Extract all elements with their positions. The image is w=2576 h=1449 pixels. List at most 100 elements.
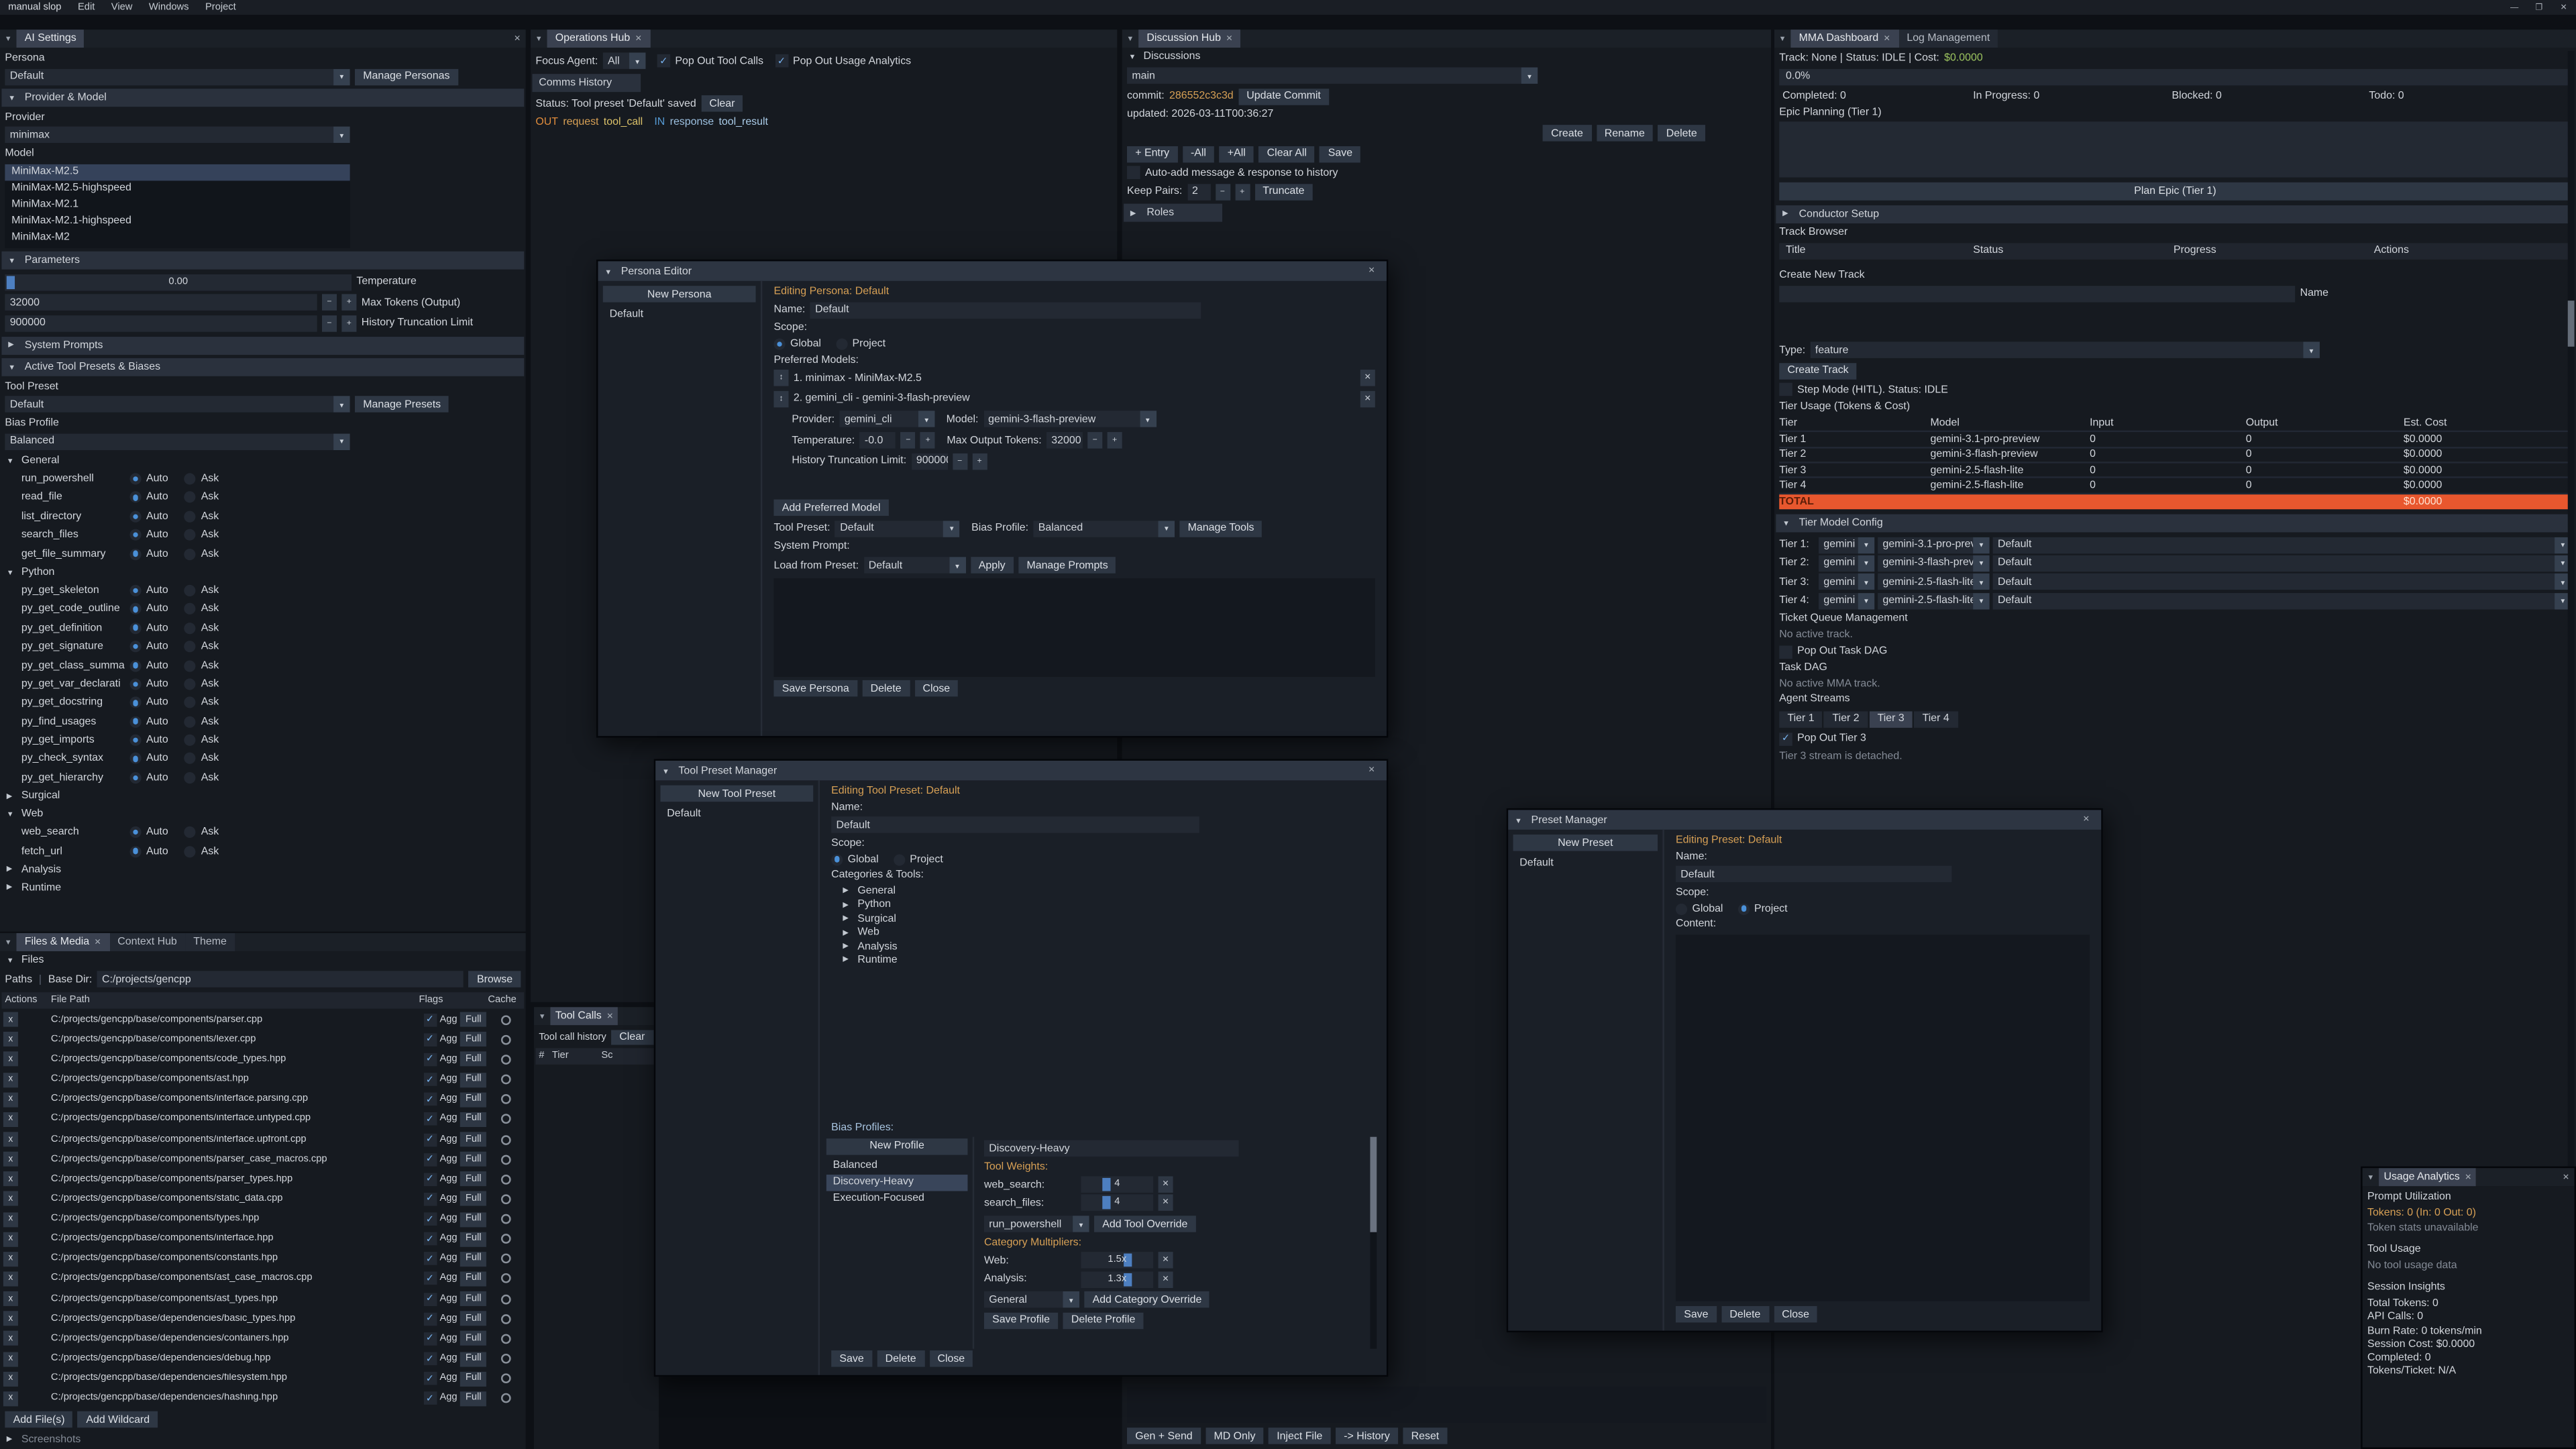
tier-model-combo[interactable]: gemini-2.5-flash-lite▼ [1878, 574, 1990, 590]
category-tree-node[interactable]: ▶ General [843, 885, 1373, 897]
auto-radio[interactable] [129, 659, 141, 671]
provider-combo[interactable]: gemini_cli▼ [839, 411, 934, 427]
remove-file-button[interactable]: x [3, 1192, 18, 1207]
save-button[interactable]: Save [1676, 1306, 1717, 1322]
slider-grab[interactable] [7, 276, 15, 289]
conductor-setup-header[interactable]: ▶Conductor Setup [1776, 205, 2574, 223]
add-wildcard-button[interactable]: Add Wildcard [78, 1412, 158, 1428]
close-icon[interactable]: ✕ [1363, 765, 1380, 775]
update-commit-button[interactable]: Update Commit [1238, 89, 1329, 105]
auto-radio[interactable] [129, 678, 141, 690]
collapse-arrow-icon[interactable]: ▼ [0, 933, 16, 951]
collapse-arrow-icon[interactable]: ▼ [662, 766, 672, 774]
ask-radio[interactable] [184, 585, 196, 596]
persona-editor-titlebar[interactable]: ▼ Persona Editor ✕ [598, 261, 1387, 280]
category-runtime[interactable]: ▶Runtime [7, 882, 519, 894]
decrement-button[interactable]: − [322, 294, 337, 311]
message-input[interactable] [1127, 1387, 1766, 1424]
full-button[interactable]: Full [461, 1012, 486, 1027]
create-track-button[interactable]: Create Track [1779, 363, 1857, 379]
inject-file-button[interactable]: Inject File [1269, 1428, 1331, 1444]
agg-checkbox[interactable] [423, 1133, 437, 1146]
remove-model-button[interactable]: ✕ [1360, 391, 1375, 407]
agg-checkbox[interactable] [423, 1193, 437, 1206]
close-icon[interactable]: ✕ [635, 34, 642, 44]
tier-prompt-combo[interactable]: Default▼ [1993, 555, 2571, 572]
ask-radio[interactable] [184, 548, 196, 559]
temperature-input[interactable]: -0.0 [860, 432, 896, 448]
gen-send-button[interactable]: Gen + Send [1127, 1428, 1201, 1444]
close-icon[interactable]: ✕ [2465, 1172, 2471, 1182]
auto-radio[interactable] [129, 529, 141, 541]
close-button[interactable]: Close [1774, 1306, 1817, 1322]
ask-radio[interactable] [184, 492, 196, 503]
remove-file-button[interactable]: x [3, 1252, 18, 1267]
delete-button[interactable]: Delete [877, 1350, 924, 1366]
screenshots-section-header[interactable]: ▶Screenshots [7, 1434, 519, 1445]
full-button[interactable]: Full [461, 1092, 486, 1107]
reorder-model-button[interactable]: ↕ [773, 391, 788, 407]
auto-radio[interactable] [129, 622, 141, 633]
auto-radio[interactable] [129, 735, 141, 746]
agg-checkbox[interactable] [423, 1312, 437, 1326]
preset-list-item[interactable]: Default [1513, 854, 1658, 870]
tier-prompt-combo[interactable]: Default▼ [1993, 537, 2571, 553]
files-section-header[interactable]: ▼Files [7, 955, 519, 966]
rename-discussion-button[interactable]: Rename [1596, 125, 1653, 141]
close-button[interactable]: Close [929, 1350, 973, 1366]
persona-combo[interactable]: Default▼ [5, 68, 350, 85]
increment-button[interactable]: + [341, 294, 356, 311]
auto-radio[interactable] [129, 772, 141, 784]
menu-item[interactable]: Project [197, 3, 244, 13]
remove-file-button[interactable]: x [3, 1072, 18, 1087]
new-tool-preset-button[interactable]: New Tool Preset [660, 786, 813, 802]
category-tree-node[interactable]: ▶ Surgical [843, 913, 1373, 924]
keep-pairs-input[interactable]: 2 [1187, 184, 1210, 200]
base-dir-input[interactable]: C:/projects/gencpp [97, 971, 464, 987]
agg-checkbox[interactable] [423, 1073, 437, 1086]
tpm-titlebar[interactable]: ▼ Tool Preset Manager ✕ [655, 761, 1387, 780]
decrement-button[interactable]: − [1215, 184, 1230, 200]
tab-files-media[interactable]: Files & Media✕ [16, 933, 109, 951]
discussions-section-header[interactable]: ▼Discussions [1128, 51, 1764, 62]
tab-mma-dashboard[interactable]: MMA Dashboard✕ [1790, 30, 1898, 48]
persona-list-item[interactable]: Default [603, 306, 756, 322]
remove-file-button[interactable]: x [3, 1371, 18, 1386]
remove-multiplier-button[interactable]: ✕ [1159, 1252, 1173, 1269]
save-discussion-button[interactable]: Save [1320, 146, 1361, 162]
preferred-model-item[interactable]: 1. minimax - MiniMax-M2.5 [794, 372, 1356, 384]
auto-radio[interactable] [129, 585, 141, 596]
full-button[interactable]: Full [461, 1212, 486, 1226]
agg-checkbox[interactable] [423, 1093, 437, 1106]
agg-checkbox[interactable] [423, 1053, 437, 1067]
auto-radio[interactable] [129, 641, 141, 652]
tab-usage-analytics[interactable]: Usage Analytics✕ [2379, 1168, 2477, 1186]
project-radio[interactable] [1738, 903, 1750, 914]
close-icon[interactable]: ✕ [509, 30, 526, 48]
tab-operations-hub[interactable]: Operations Hub✕ [547, 30, 651, 48]
ask-radio[interactable] [184, 845, 196, 857]
tab-theme[interactable]: Theme [185, 933, 235, 951]
agg-checkbox[interactable] [423, 1213, 437, 1226]
remove-file-button[interactable]: x [3, 1152, 18, 1167]
comms-history-header[interactable]: Comms History [532, 73, 641, 91]
decrement-button[interactable]: − [953, 453, 967, 469]
minimize-icon[interactable]: — [2502, 3, 2527, 13]
model-option[interactable]: MiniMax-M2.1-highspeed [5, 213, 350, 229]
step-mode-checkbox[interactable] [1779, 383, 1792, 396]
pop-out-tier3-checkbox[interactable] [1779, 733, 1792, 746]
full-button[interactable]: Full [461, 1391, 486, 1406]
profile-list-item[interactable]: Discovery-Heavy [826, 1174, 968, 1190]
close-icon[interactable]: ✕ [1884, 34, 1890, 44]
parameters-header[interactable]: ▼Parameters [1, 252, 524, 270]
stream-tab[interactable]: Tier 1 [1779, 711, 1823, 727]
global-radio[interactable] [831, 854, 843, 865]
close-icon[interactable]: ✕ [606, 1011, 613, 1021]
ask-radio[interactable] [184, 529, 196, 541]
decrement-button[interactable]: − [901, 432, 916, 448]
remove-file-button[interactable]: x [3, 1351, 18, 1366]
full-button[interactable]: Full [461, 1311, 486, 1326]
history-limit-input[interactable]: 900000 [911, 453, 947, 469]
global-radio[interactable] [773, 339, 785, 350]
slider-grab[interactable] [1103, 1178, 1111, 1191]
